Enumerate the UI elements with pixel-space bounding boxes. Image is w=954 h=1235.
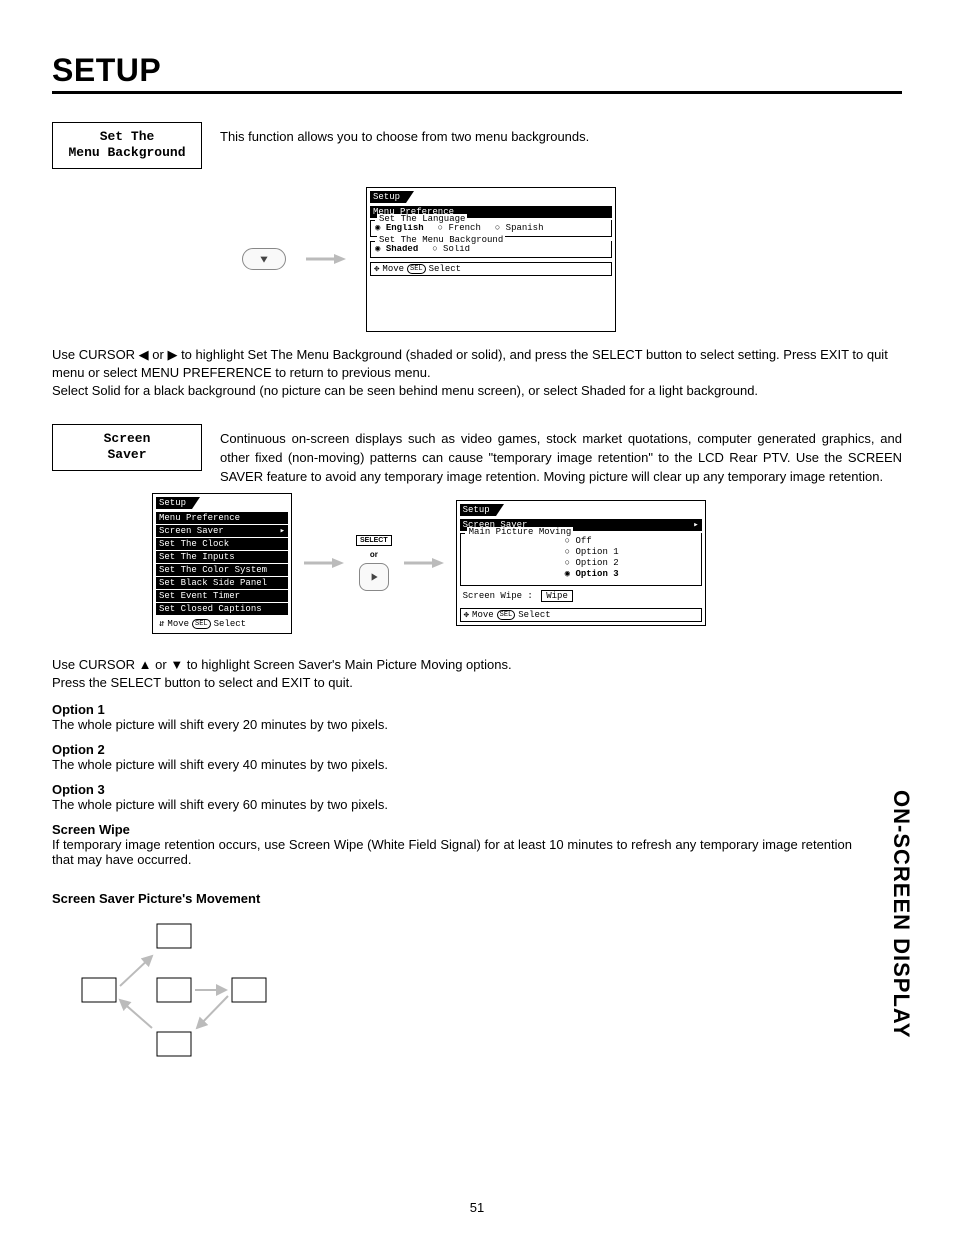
section-label-box: Screen Saver	[52, 424, 202, 471]
movement-heading: Screen Saver Picture's Movement	[52, 891, 902, 906]
cursor-down-key	[242, 248, 286, 270]
osd-hint-bar: ⇵Move SELSelect	[156, 618, 288, 630]
select-button-icon: SELECT	[356, 535, 392, 546]
radio-english: ◉ English	[375, 223, 424, 233]
section-screen-saver: Screen Saver Continuous on-screen displa…	[52, 424, 902, 487]
page-title: SETUP	[52, 52, 902, 94]
section-description: This function allows you to choose from …	[220, 122, 589, 147]
fieldset-legend: Set The Menu Background	[377, 235, 505, 245]
menu-item: Set The Inputs	[156, 551, 288, 563]
section-label-box: Set The Menu Background	[52, 122, 202, 169]
movement-diagram	[52, 916, 902, 1081]
osd-menu-preference: Setup Menu Preference Set The Language ◉…	[366, 187, 616, 332]
radio-option1: ○ Option 1	[565, 547, 619, 557]
radio-group-moving: ○ Off ○ Option 1 ○ Option 2 ◉ Option 3	[465, 536, 697, 579]
menu-item-highlighted: Screen Saver▸	[156, 525, 288, 537]
chevron-right-icon: ▸	[693, 519, 698, 531]
radio-solid: ○ Solid	[432, 244, 470, 254]
radio-spanish: ○ Spanish	[495, 223, 544, 233]
chevron-right-icon: ▸	[280, 525, 285, 537]
option1-block: Option 1The whole picture will shift eve…	[52, 702, 902, 732]
menu-item: Set Black Side Panel	[156, 577, 288, 589]
menu-item: Menu Preference	[156, 512, 288, 524]
manual-page: SETUP Set The Menu Background This funct…	[0, 0, 954, 1235]
section-label-line: Set The	[100, 129, 155, 144]
instructions-text: Use CURSOR ◀ or ▶ to highlight Set The M…	[52, 346, 902, 401]
osd-hint-bar: ✥Move SELSelect	[460, 608, 702, 622]
cursor-right-key	[359, 563, 389, 591]
radio-group-background: ◉ Shaded ○ Solid	[375, 244, 607, 254]
section-set-menu-background: Set The Menu Background This function al…	[52, 122, 902, 169]
page-number: 51	[0, 1200, 954, 1215]
menu-item: Set The Color System	[156, 564, 288, 576]
menu-item: Set Closed Captions	[156, 603, 288, 615]
osd-screen-saver: Setup Screen Saver▸ Main Picture Moving …	[456, 500, 706, 626]
osd-setup-menu: Setup Menu Preference Screen Saver▸ Set …	[152, 493, 292, 634]
fieldset-legend: Set The Language	[377, 214, 467, 224]
osd-hint-bar: ✥Move SELSelect	[370, 262, 612, 276]
osd-title: Setup	[156, 497, 192, 509]
osd-title: Setup	[370, 191, 406, 203]
menu-item: Set Event Timer	[156, 590, 288, 602]
screen-wipe-block: Screen WipeIf temporary image retention …	[52, 822, 852, 867]
section-label-line: Menu Background	[68, 145, 185, 160]
osd-fieldset-main-picture: Main Picture Moving ○ Off ○ Option 1 ○ O…	[460, 533, 702, 586]
or-label: or	[370, 550, 378, 559]
wipe-button: Wipe	[541, 590, 573, 602]
radio-option3: ◉ Option 3	[565, 569, 619, 579]
instructions-text: Use CURSOR ▲ or ▼ to highlight Screen Sa…	[52, 656, 902, 692]
radio-shaded: ◉ Shaded	[375, 244, 418, 254]
screen-wipe-row: Screen Wipe : Wipe	[463, 590, 699, 602]
radio-off: ○ Off	[565, 536, 592, 546]
osd-fieldset-background: Set The Menu Background ◉ Shaded ○ Solid	[370, 241, 612, 258]
osd-title: Setup	[460, 504, 496, 516]
fieldset-legend: Main Picture Moving	[467, 527, 574, 537]
section-label-line: Saver	[107, 447, 146, 462]
option2-block: Option 2The whole picture will shift eve…	[52, 742, 902, 772]
arrow-right-icon	[404, 556, 444, 570]
radio-french: ○ French	[438, 223, 481, 233]
arrow-right-icon	[306, 252, 346, 266]
side-tab-label: ON-SCREEN DISPLAY	[888, 790, 914, 1038]
osd-trio-row: Setup Menu Preference Screen Saver▸ Set …	[152, 493, 902, 634]
move-icon: ✥	[464, 609, 469, 621]
select-key-icon: SEL	[407, 264, 426, 274]
arrow-right-icon	[304, 556, 344, 570]
select-or-right-group: SELECT or	[356, 535, 392, 591]
radio-group-language: ◉ English ○ French ○ Spanish	[375, 223, 607, 233]
osd-row: Setup Menu Preference Set The Language ◉…	[242, 187, 902, 332]
option3-block: Option 3The whole picture will shift eve…	[52, 782, 902, 812]
section-label-line: Screen	[104, 431, 151, 446]
updown-icon: ⇵	[159, 618, 164, 630]
select-key-icon: SEL	[497, 610, 516, 620]
move-icon: ✥	[374, 263, 379, 275]
section-description: Continuous on-screen displays such as vi…	[220, 424, 902, 487]
radio-option2: ○ Option 2	[565, 558, 619, 568]
select-key-icon: SEL	[192, 619, 211, 629]
menu-item: Set The Clock	[156, 538, 288, 550]
